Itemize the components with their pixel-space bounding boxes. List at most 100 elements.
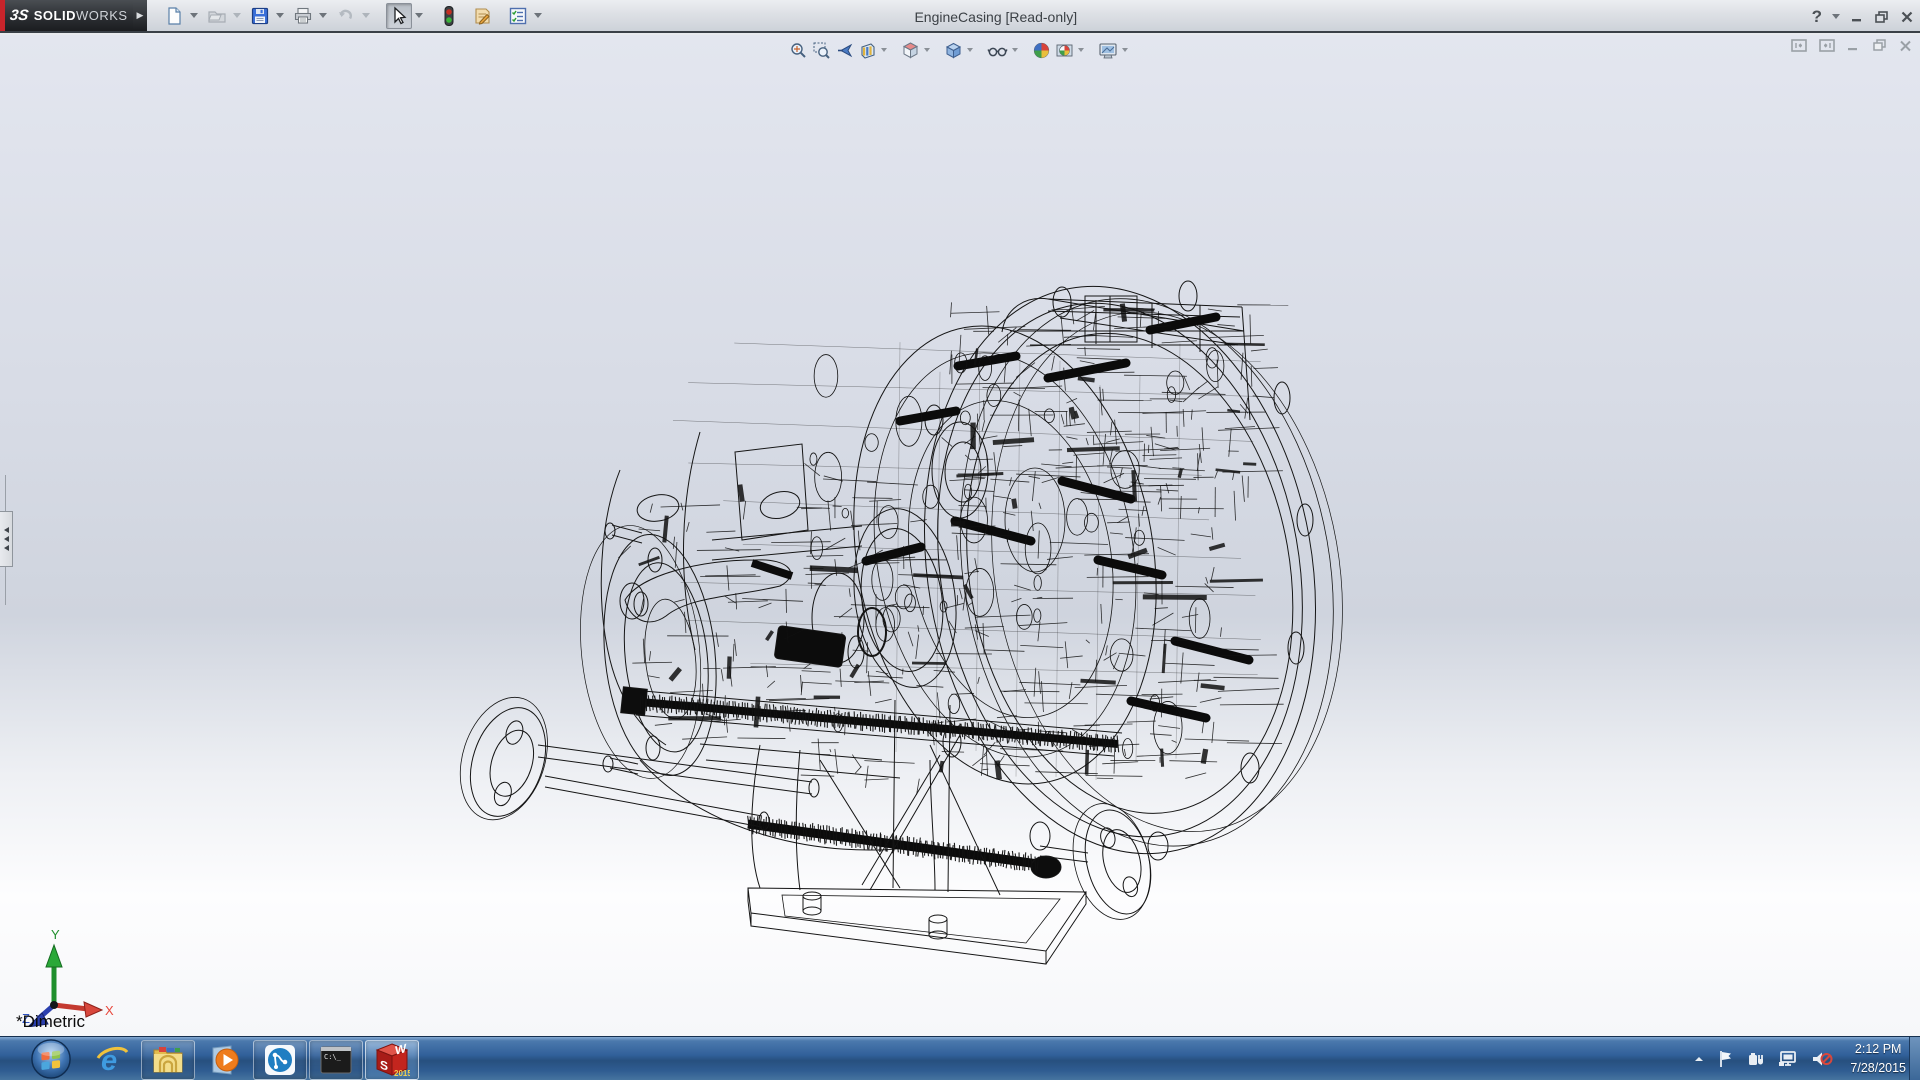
file-properties-icon [472,6,492,26]
view-settings-dropdown-arrow[interactable] [1122,48,1128,52]
close-button[interactable] [1900,10,1914,24]
triad-x-label: X [105,1003,114,1018]
close-icon [1900,10,1914,24]
new-dropdown-arrow[interactable] [190,13,198,18]
zoom-to-fit-button[interactable] [787,40,810,61]
solidworks-logo[interactable]: 3S SOLIDWORKS [5,0,133,31]
edit-appearance-button[interactable] [1030,40,1053,61]
taskbar-clock[interactable]: 2:12 PM 7/28/2015 [1850,1040,1906,1078]
select-button[interactable] [386,3,412,29]
display-style-dropdown-arrow[interactable] [967,48,973,52]
hide-show-dropdown-arrow[interactable] [1012,48,1018,52]
taskbar-apps: e [84,1037,420,1080]
system-tray: 2:12 PM 7/28/2015 [1693,1037,1906,1080]
view-settings-button[interactable] [1096,40,1120,61]
start-button[interactable] [30,1038,72,1080]
eyeglasses-icon [987,41,1008,60]
rebuild-traffic-light-icon [442,5,456,27]
display-style-cube-icon [944,41,963,60]
command-prompt-icon: C:\_ [319,1045,353,1075]
display-style-button[interactable] [942,40,965,61]
doc-minimize-button[interactable] [1847,40,1860,52]
open-dropdown-arrow[interactable] [233,13,241,18]
view-orientation-label: *Dimetric [16,1012,85,1032]
sw-cube-letter-s: S [380,1057,388,1073]
undo-dropdown-arrow[interactable] [362,13,370,18]
taskbar-windows-explorer[interactable] [141,1040,195,1080]
dassault-3ds-mark: 3S [9,7,30,24]
view-orientation-dropdown-arrow[interactable] [924,48,930,52]
minimize-icon [1850,10,1864,24]
apply-scene-dropdown-arrow[interactable] [1078,48,1084,52]
action-center-flag-icon[interactable] [1718,1050,1734,1068]
previous-view-button[interactable] [833,40,856,61]
options-dropdown-arrow[interactable] [534,13,542,18]
wireframe-model[interactable] [0,35,1920,1036]
taskbar-media-player[interactable] [197,1040,251,1080]
view-settings-monitor-icon [1098,41,1118,60]
sw-badge-year: 2015 [394,1069,410,1078]
file-properties-button[interactable] [469,3,495,29]
window-pane-left-icon[interactable] [1791,39,1807,52]
section-view-button[interactable] [856,40,879,61]
taskbar-internet-explorer[interactable]: e [85,1040,139,1080]
cmd-prompt-text: C:\_ [324,1053,342,1061]
network-display-icon[interactable] [1778,1050,1798,1068]
rebuild-button[interactable] [439,3,459,29]
taskbar-network-route-app[interactable] [253,1040,307,1080]
options-checklist-icon [508,6,528,26]
help-button[interactable]: ? [1812,7,1822,27]
taskbar-solidworks[interactable]: S W 2015 [365,1040,419,1080]
save-floppy-icon [250,6,270,26]
open-button[interactable] [204,3,230,29]
volume-muted-icon[interactable] [1811,1050,1833,1068]
save-button[interactable] [247,3,273,29]
minimize-button[interactable] [1850,10,1864,24]
menu-flyout-arrow[interactable]: ▶ [133,0,147,31]
zoom-to-area-button[interactable] [810,40,833,61]
select-dropdown-arrow[interactable] [415,13,423,18]
section-view-dropdown-arrow[interactable] [881,48,887,52]
power-plug-icon[interactable] [1747,1050,1765,1068]
document-window-controls [1791,39,1912,52]
restore-button[interactable] [1874,10,1890,24]
clock-date: 7/28/2015 [1850,1059,1906,1078]
print-button[interactable] [290,3,316,29]
collapse-arrow-icon [4,545,9,551]
previous-view-icon [835,41,854,60]
select-arrow-icon [389,6,409,26]
view-orientation-button[interactable] [899,40,922,61]
appearance-ball-icon [1032,41,1051,60]
window-controls: ? [1812,0,1914,33]
doc-close-button[interactable] [1899,40,1912,52]
view-orientation-cube-icon [901,41,920,60]
save-dropdown-arrow[interactable] [276,13,284,18]
hide-show-items-button[interactable] [985,40,1010,61]
triad-y-label: Y [51,927,60,942]
apply-scene-button[interactable] [1053,40,1076,61]
zoom-to-area-icon [812,41,831,60]
apply-scene-icon [1055,41,1074,60]
new-document-icon [164,6,184,26]
help-dropdown-arrow[interactable] [1832,14,1840,19]
network-route-app-icon [263,1043,297,1077]
logo-text-bold: SOLID [34,8,76,23]
clock-time: 2:12 PM [1850,1040,1906,1059]
section-view-icon [858,41,877,60]
window-pane-right-icon[interactable] [1819,39,1835,52]
print-dropdown-arrow[interactable] [319,13,327,18]
graphics-area[interactable]: Y X Z *Dimetric [0,35,1920,1036]
hidden-icons-arrow[interactable] [1693,1054,1705,1064]
doc-restore-button[interactable] [1872,39,1887,52]
taskbar-command-prompt[interactable]: C:\_ [309,1040,363,1080]
feature-tree-collapse-tab[interactable] [0,511,13,567]
new-document-button[interactable] [161,3,187,29]
undo-button[interactable] [333,3,359,29]
show-desktop-button[interactable] [1909,1037,1920,1080]
windows-explorer-icon [151,1044,185,1076]
undo-arrow-icon [336,6,356,26]
options-button[interactable] [505,3,531,29]
windows-taskbar: e [0,1036,1920,1080]
title-bar: 3S SOLIDWORKS ▶ [0,0,1920,33]
zoom-to-fit-icon [789,41,808,60]
